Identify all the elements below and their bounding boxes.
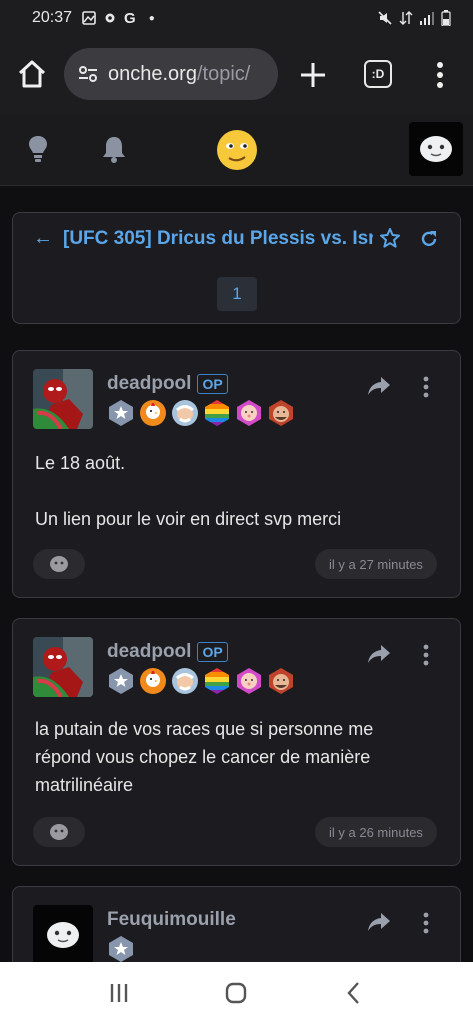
url-host: onche.org <box>108 62 197 85</box>
topic-title-text[interactable]: [UFC 305] Dricus du Plessis vs. Isr <box>63 228 373 250</box>
user-badges <box>107 935 135 963</box>
face-badge-icon <box>269 668 293 694</box>
signal-icon <box>420 12 434 25</box>
post-username[interactable]: deadpool OP <box>107 641 228 663</box>
username-text[interactable]: deadpool <box>107 373 191 395</box>
deadpool-avatar-icon <box>33 369 93 429</box>
username-text[interactable]: Feuquimouille <box>107 909 236 931</box>
user-badges <box>107 399 295 427</box>
chicken-badge-icon <box>140 400 166 426</box>
url-bar[interactable]: onche.org/topic/ <box>64 48 278 100</box>
reaction-button[interactable] <box>33 549 85 579</box>
status-time: 20:37 <box>32 9 73 26</box>
post-body: Le 18 août. Un lien pour le voir en dire… <box>35 449 435 533</box>
post-card: deadpool OP la putain de vos races que s… <box>12 618 461 866</box>
google-icon: G <box>124 9 136 27</box>
reaction-smiley-icon <box>50 556 68 572</box>
topic-card: ← [UFC 305] Dricus du Plessis vs. Isr 1 <box>12 212 461 324</box>
dot-icon: ● <box>148 12 155 24</box>
user-avatar[interactable] <box>33 637 93 697</box>
mute-icon <box>378 11 392 25</box>
op-badge: OP <box>197 642 228 662</box>
post-body-line: Un lien pour le voir en direct svp merci <box>35 509 342 529</box>
post-body-line <box>35 477 435 505</box>
bell-icon[interactable] <box>100 134 128 164</box>
tab-switcher-button[interactable]: :D <box>364 60 392 88</box>
browser-toolbar: onche.org/topic/ :D <box>0 36 473 114</box>
browser-menu-icon[interactable] <box>428 58 452 92</box>
post-menu-icon[interactable] <box>419 911 433 935</box>
old-man-badge-icon <box>172 400 198 426</box>
topic-title[interactable]: ← [UFC 305] Dricus du Plessis vs. Isr <box>33 227 373 250</box>
recent-apps-icon[interactable] <box>105 979 133 1007</box>
new-tab-icon[interactable] <box>296 58 330 92</box>
reaction-button[interactable] <box>33 817 85 847</box>
share-icon[interactable] <box>367 911 391 933</box>
post-username[interactable]: Feuquimouille <box>107 909 236 931</box>
star-rank-badge-icon <box>109 400 133 426</box>
rainbow-badge-icon <box>205 668 229 694</box>
post-body-line: répond vous chopez le cancer de manière <box>35 747 371 767</box>
post-body-line: la putain de vos races que si personne m… <box>35 719 374 739</box>
deadpool-avatar-icon <box>33 637 93 697</box>
user-avatar[interactable] <box>33 369 93 429</box>
star-rank-badge-icon <box>109 668 133 694</box>
home-icon[interactable] <box>14 56 50 92</box>
post-body: la putain de vos races que si personne m… <box>35 715 435 799</box>
site-logo-smiley-icon[interactable] <box>214 128 260 172</box>
baby-badge-icon <box>237 668 261 694</box>
pagination-page-button[interactable]: 1 <box>217 277 257 311</box>
share-icon[interactable] <box>367 375 391 397</box>
op-badge: OP <box>197 374 228 394</box>
reaction-smiley-icon <box>50 824 68 840</box>
post-body-line: matrilinéaire <box>35 775 134 795</box>
site-header <box>0 114 473 186</box>
refresh-icon[interactable] <box>419 229 439 249</box>
data-icon <box>399 11 413 25</box>
post-menu-icon[interactable] <box>419 643 433 667</box>
user-badges <box>107 667 295 695</box>
image-icon <box>82 11 96 25</box>
status-bar: 20:37 G ● <box>0 0 473 36</box>
avatar-face-icon <box>47 922 79 948</box>
avatar-face-icon <box>420 136 452 162</box>
post-body-line: Le 18 août. <box>35 453 126 473</box>
back-arrow-icon[interactable]: ← <box>33 227 53 250</box>
post-username[interactable]: deadpool OP <box>107 373 228 395</box>
old-man-badge-icon <box>172 668 198 694</box>
username-text[interactable]: deadpool <box>107 641 191 663</box>
back-nav-icon[interactable] <box>340 979 368 1007</box>
url-path: /topic/ <box>196 62 251 85</box>
battery-icon <box>441 10 451 26</box>
system-navigation-bar <box>0 962 473 1024</box>
lightbulb-icon[interactable] <box>26 134 50 164</box>
home-nav-icon[interactable] <box>222 979 250 1007</box>
face-badge-icon <box>269 400 293 426</box>
post-timestamp[interactable]: il y a 26 minutes <box>315 817 437 847</box>
baby-badge-icon <box>237 400 261 426</box>
star-icon[interactable] <box>379 227 401 249</box>
settings-icon <box>105 13 115 23</box>
post-timestamp[interactable]: il y a 27 minutes <box>315 549 437 579</box>
post-card: deadpool OP Le 18 août. Un lien pour le … <box>12 350 461 598</box>
star-rank-badge-icon <box>109 936 133 962</box>
post-menu-icon[interactable] <box>419 375 433 399</box>
url-text: onche.org/topic/ <box>108 63 250 86</box>
share-icon[interactable] <box>367 643 391 665</box>
site-settings-icon[interactable] <box>76 62 100 86</box>
chicken-badge-icon <box>140 668 166 694</box>
user-avatar-button[interactable] <box>409 122 463 176</box>
rainbow-badge-icon <box>205 400 229 426</box>
user-avatar[interactable] <box>33 905 93 965</box>
